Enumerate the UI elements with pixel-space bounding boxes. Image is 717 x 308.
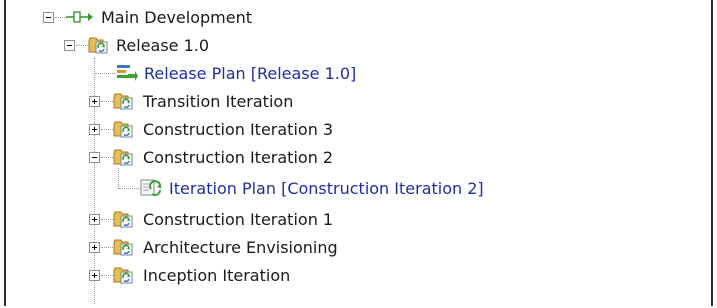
tree-connector xyxy=(119,188,141,189)
iteration-plan-icon xyxy=(140,179,162,196)
tree-node-label: Construction Iteration 1 xyxy=(143,210,334,229)
tree-node-label: Construction Iteration 3 xyxy=(143,120,334,139)
expand-toggle[interactable] xyxy=(89,124,100,135)
tree-node-label: Architecture Envisioning xyxy=(143,238,338,257)
folder-iteration-icon xyxy=(112,209,134,229)
tree-node-iteration[interactable]: Architecture Envisioning xyxy=(6,234,706,262)
tree-node-label: Transition Iteration xyxy=(143,92,294,111)
tree-node-release-1-0[interactable]: Release 1.0 xyxy=(6,32,706,60)
tree-node-iteration[interactable]: Construction Iteration 1 xyxy=(6,206,706,234)
expand-toggle[interactable] xyxy=(89,242,100,253)
expand-toggle[interactable] xyxy=(89,96,100,107)
tree-node-main-development[interactable]: Main Development xyxy=(6,4,706,32)
folder-iteration-icon xyxy=(112,265,134,285)
folder-iteration-icon xyxy=(112,237,134,257)
folder-iteration-icon xyxy=(112,119,134,139)
folder-iteration-icon xyxy=(112,91,134,111)
folder-iteration-icon xyxy=(87,35,109,55)
release-plan-icon xyxy=(117,65,138,81)
tree-node-release-plan[interactable]: Release Plan [Release 1.0] xyxy=(6,60,706,88)
collapse-toggle-release[interactable] xyxy=(64,40,75,51)
tree-node-label: Release 1.0 xyxy=(116,36,210,55)
tree-node-label: Construction Iteration 2 xyxy=(143,148,334,167)
timeline-icon xyxy=(66,11,93,23)
tree-node-iteration-plan[interactable]: Iteration Plan [Construction Iteration 2… xyxy=(6,175,706,203)
expand-toggle[interactable] xyxy=(89,214,100,225)
tree-node-iteration[interactable]: Inception Iteration xyxy=(6,262,706,290)
folder-iteration-icon xyxy=(112,147,134,167)
tree-node-label: Main Development xyxy=(101,8,252,27)
collapse-toggle-main-development[interactable] xyxy=(43,12,54,23)
tree-node-label: Release Plan [Release 1.0] xyxy=(144,64,357,83)
expand-toggle[interactable] xyxy=(89,270,100,281)
tree-node-label: Inception Iteration xyxy=(143,266,291,285)
tree-node-iteration[interactable]: Construction Iteration 3 xyxy=(6,116,706,144)
tree-node-iteration[interactable]: Transition Iteration xyxy=(6,88,706,116)
tree-connector xyxy=(95,73,115,74)
collapse-toggle[interactable] xyxy=(89,152,100,163)
project-tree: Main Development Release 1.0 Release Pla… xyxy=(4,0,713,306)
tree-node-iteration[interactable]: Construction Iteration 2 xyxy=(6,144,706,172)
tree-node-label: Iteration Plan [Construction Iteration 2… xyxy=(169,179,484,198)
